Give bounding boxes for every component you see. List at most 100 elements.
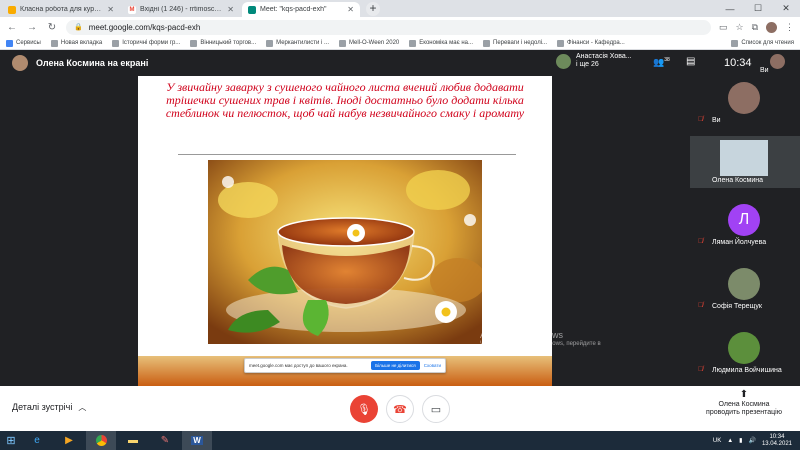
self-label: Ви — [760, 67, 769, 74]
meeting-details-button[interactable]: Деталі зустрічі ︿ — [12, 402, 86, 413]
taskbar-time: 10:34 — [769, 433, 785, 440]
bookmark-item[interactable]: Сервисы — [6, 39, 41, 47]
tab-title: Вхідні (1 246) - rrtimoschenko — [140, 6, 223, 13]
hang-up-icon: ☎ — [393, 403, 407, 416]
chrome-icon[interactable] — [86, 431, 116, 450]
lock-icon[interactable]: 🔒 — [74, 23, 83, 31]
maximize-icon[interactable]: ☐ — [744, 3, 772, 14]
browser-tab[interactable]: Класна робота для курсу "Бані ✕ — [2, 2, 120, 17]
presenter-avatar — [12, 55, 28, 71]
screen-share-bar: meet.google.com має доступ до вашого екр… — [244, 358, 446, 373]
windows-activation-watermark: Активация Windows Чтобы активировать Win… — [480, 330, 601, 356]
tea-cup-image — [208, 160, 482, 344]
reading-list[interactable]: Список для чтения — [731, 39, 794, 47]
windows-start-icon[interactable]: ⊞ — [0, 431, 22, 450]
participant-list: 🎙̸ Ви Олена Космина Л 🎙̸ Ляман Йолчуева … — [690, 76, 800, 386]
chat-icon[interactable]: ▤ — [686, 56, 695, 67]
participant-tile[interactable]: Л 🎙̸ Ляман Йолчуева — [690, 198, 800, 250]
profile-avatar[interactable] — [766, 21, 777, 33]
page-icon — [266, 39, 274, 47]
participant-count: 38 — [664, 57, 670, 63]
meeting-time: 10:34 — [724, 57, 752, 69]
watermark-title: Активация Windows — [480, 330, 563, 340]
word-icon[interactable]: W — [182, 431, 212, 450]
browser-tab[interactable]: M Вхідні (1 246) - rrtimoschenko ✕ — [122, 2, 240, 17]
bookmark-item[interactable]: Економіка має на... — [409, 39, 473, 47]
reload-icon[interactable]: ↻ — [46, 22, 58, 33]
browser-tab-active[interactable]: Meet: "kqs-pacd-exh" ✕ — [242, 2, 360, 17]
participant-tile[interactable]: 🎙̸ Софія Терещук — [690, 262, 800, 314]
pinned-participant[interactable]: Анастасія Хова... і ще 26 — [556, 53, 632, 69]
new-tab-button[interactable]: + — [366, 2, 380, 16]
participant-tile-video[interactable]: Олена Космина — [690, 136, 800, 188]
mic-off-icon: 🎙̸ — [698, 116, 704, 123]
page-icon — [557, 39, 565, 47]
network-icon[interactable]: ▮ — [739, 437, 742, 444]
folder-icon[interactable]: ▬ — [118, 431, 148, 450]
windows-taskbar: ⊞ e ▶ ▬ ✎ W UK ▲ ▮ 🔊 10:34 13.04.2021 — [0, 431, 800, 450]
extensions-icon[interactable]: ⧉ — [752, 22, 758, 33]
bookmark-item[interactable]: Меркантилисти і ... — [266, 39, 329, 47]
pinned-name: Анастасія Хова... — [576, 53, 632, 60]
bookmarks-bar: Сервисы Новая вкладка Історичні форми гр… — [0, 37, 800, 50]
camera-toggle-button[interactable]: ▭ — [422, 395, 450, 423]
forward-icon[interactable]: → — [26, 22, 38, 33]
bookmark-item[interactable]: Mell-O-Ween 2020 — [339, 39, 399, 47]
participants-button[interactable]: 👥38 — [653, 57, 670, 68]
present-label-status: проводить презентацію — [706, 409, 782, 416]
meet-icon — [248, 5, 256, 14]
page-icon — [112, 39, 120, 47]
paint-icon[interactable]: ✎ — [150, 431, 180, 450]
url-input[interactable]: 🔒 meet.google.com/kqs-pacd-exh — [66, 19, 711, 35]
gmail-icon: M — [128, 5, 136, 14]
close-tab-icon[interactable]: ✕ — [227, 5, 234, 14]
close-tab-icon[interactable]: ✕ — [347, 5, 354, 14]
meet-header: Олена Космина на екрані Анастасія Хова..… — [0, 50, 800, 76]
tab-title: Класна робота для курсу "Бані — [20, 6, 103, 13]
mic-off-icon: 🎙̸ — [698, 366, 704, 373]
bookmark-item[interactable]: Новая вкладка — [50, 39, 102, 47]
browser-tab-strip: Класна робота для курсу "Бані ✕ M Вхідні… — [0, 0, 800, 17]
presenting-status-button[interactable]: ⬆ Олена Космина проводить презентацію — [696, 390, 792, 417]
bookmark-item[interactable]: Історичні форми гр... — [112, 39, 180, 47]
avatar — [728, 82, 760, 114]
tray-arrow-icon[interactable]: ▲ — [727, 438, 733, 444]
star-icon[interactable]: ☆ — [735, 22, 743, 33]
camera-indicator-icon[interactable]: ▭ — [719, 22, 728, 33]
apps-icon — [6, 39, 13, 47]
volume-icon[interactable]: 🔊 — [748, 437, 755, 444]
bookmark-item[interactable]: Переваги і недолі... — [483, 39, 547, 47]
browser-toolbar-icons: ▭ ☆ ⧉ ⋮ — [719, 21, 794, 33]
avatar — [556, 53, 571, 69]
camera-icon: ▭ — [430, 403, 442, 416]
mic-off-icon: 🎙 — [357, 403, 371, 416]
system-tray: UK ▲ ▮ 🔊 10:34 13.04.2021 — [713, 434, 800, 448]
mic-toggle-button[interactable]: 🎙 — [350, 395, 378, 423]
page-icon — [483, 39, 490, 47]
avatar: Л — [728, 204, 760, 236]
ie-icon[interactable]: e — [22, 431, 52, 450]
media-icon[interactable]: ▶ — [54, 431, 84, 450]
bookmark-item[interactable]: Фінанси - Кафедра... — [557, 39, 625, 47]
url-text: meet.google.com/kqs-pacd-exh — [88, 22, 201, 32]
close-window-icon[interactable]: ✕ — [772, 3, 800, 14]
page-icon — [50, 39, 58, 47]
meeting-controls: Деталі зустрічі ︿ 🎙 ☎ ▭ ⬆ Олена Космина п… — [0, 386, 800, 431]
language-indicator[interactable]: UK — [713, 438, 721, 444]
participant-tile[interactable]: 🎙̸ Людмила Войчишина — [690, 326, 800, 378]
end-call-button[interactable]: ☎ — [386, 395, 414, 423]
back-icon[interactable]: ← — [6, 22, 18, 33]
minimize-icon[interactable]: — — [716, 4, 744, 14]
participant-name: Людмила Войчишина — [712, 367, 782, 374]
taskbar-clock[interactable]: 10:34 13.04.2021 — [762, 434, 792, 448]
avatar — [728, 332, 760, 364]
people-icon: 👥 — [653, 57, 665, 67]
mic-off-icon: 🎙̸ — [698, 302, 704, 309]
stop-sharing-button[interactable]: Більше не ділитися — [371, 361, 420, 370]
bookmark-item[interactable]: Вінницький торгов... — [190, 39, 256, 47]
menu-icon[interactable]: ⋮ — [785, 22, 794, 33]
participant-tile[interactable]: 🎙̸ Ви — [690, 76, 800, 128]
close-tab-icon[interactable]: ✕ — [107, 5, 114, 14]
page-icon — [409, 39, 417, 47]
hide-button[interactable]: Сховати — [424, 363, 441, 368]
